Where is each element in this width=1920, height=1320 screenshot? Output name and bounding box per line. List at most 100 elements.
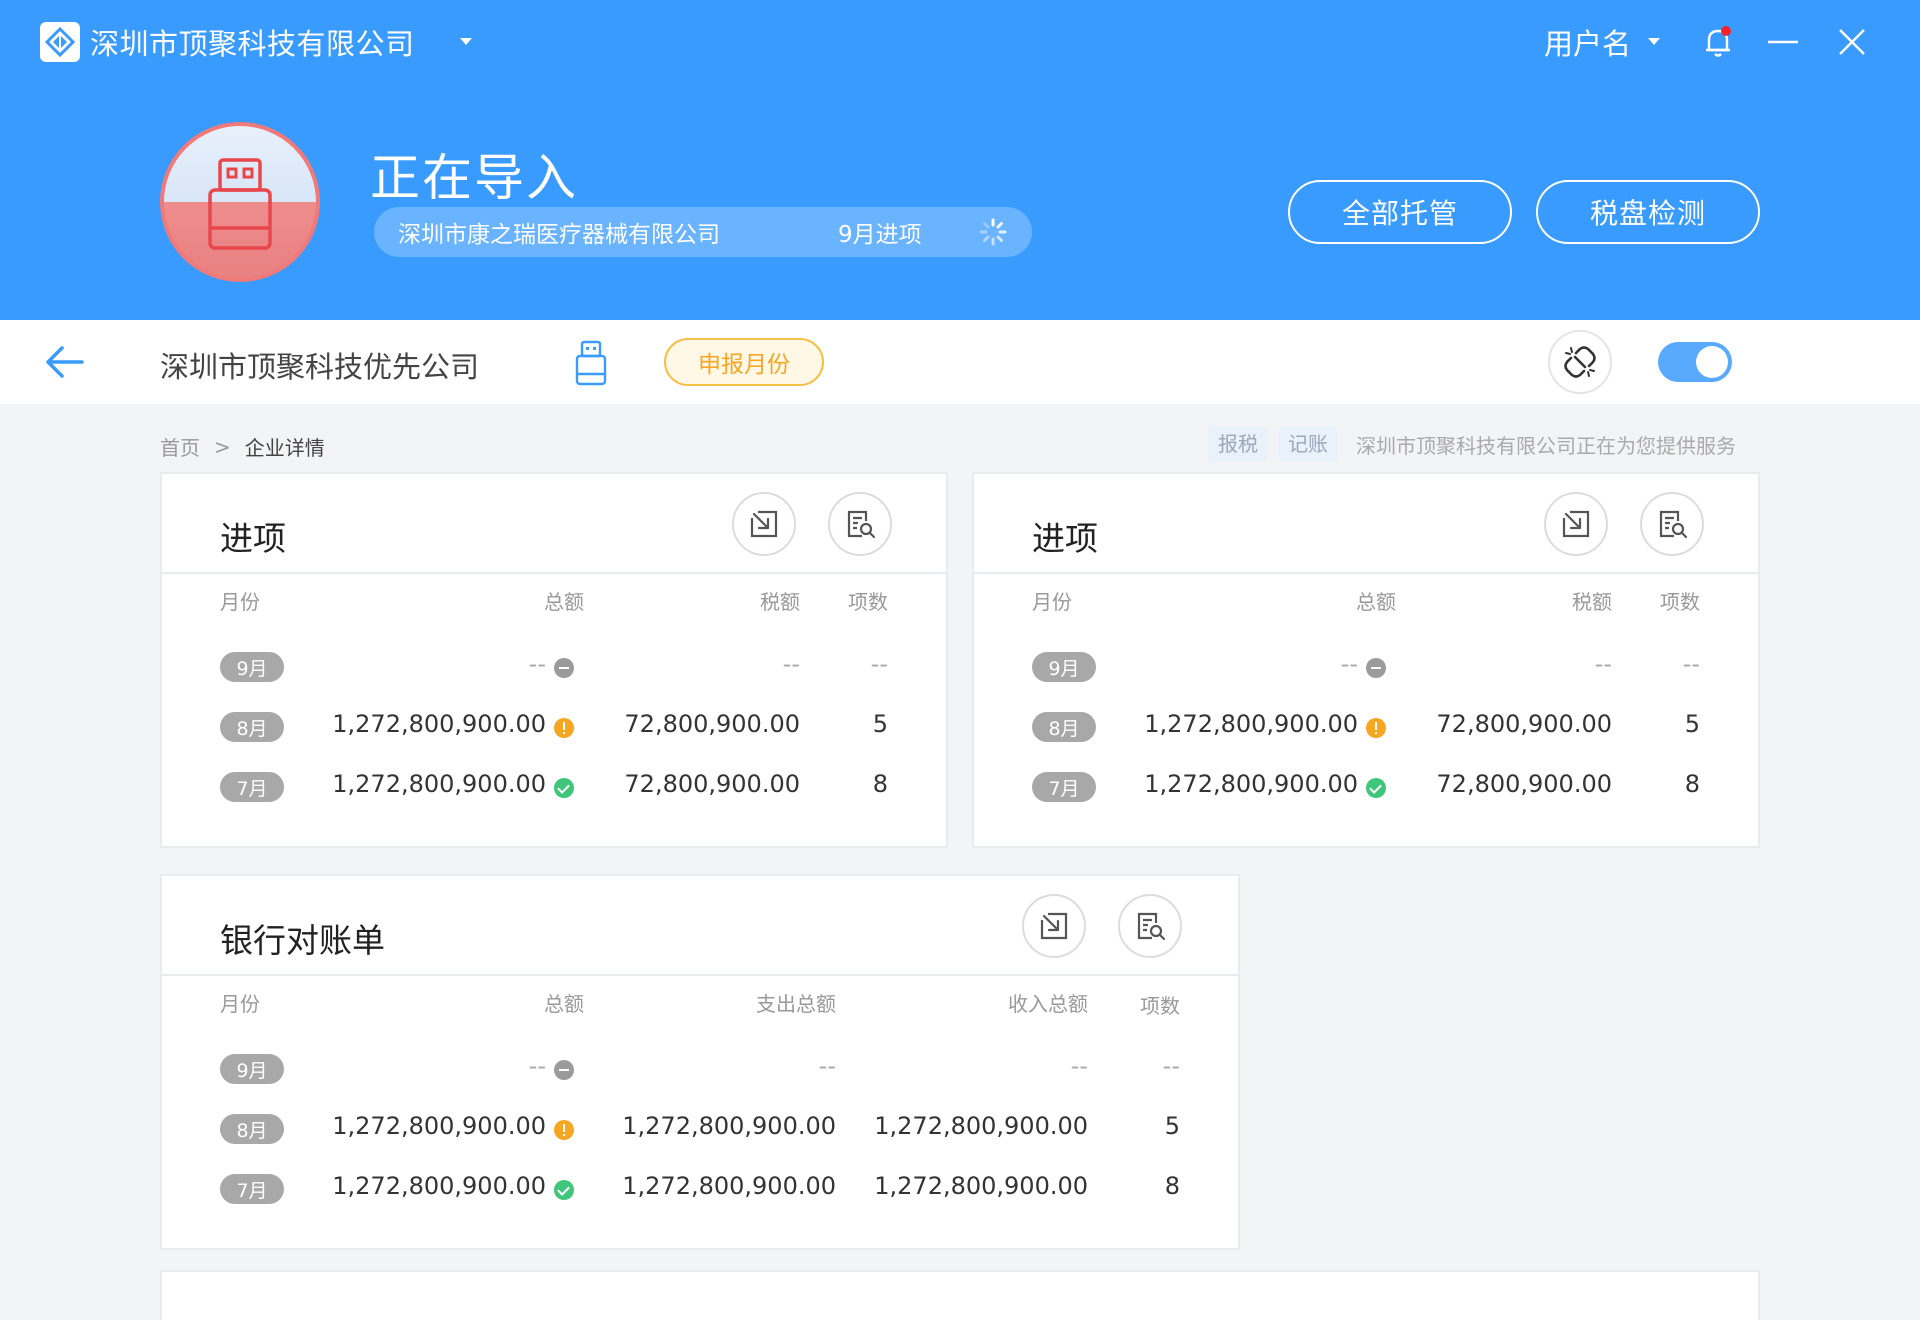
table-row[interactable]: 8月 1,272,800,900.00 72,800,900.00 5: [162, 706, 946, 746]
close-icon[interactable]: [1834, 22, 1870, 62]
table-row[interactable]: 9月 -- -- -- --: [162, 1048, 1238, 1088]
tax-value: 72,800,900.00: [624, 770, 800, 798]
breadcrumb-separator: >: [214, 434, 231, 459]
usb-key-icon[interactable]: [574, 340, 608, 386]
tax-disk-check-button[interactable]: 税盘检测: [1536, 180, 1760, 244]
column-header-total: 总额: [1356, 590, 1396, 614]
column-header-total: 总额: [544, 590, 584, 614]
diamond-logo-icon: [40, 22, 80, 62]
toggle-knob: [1696, 346, 1728, 378]
month-badge: 7月: [220, 1174, 284, 1204]
panel-title: 进项: [220, 519, 286, 558]
chevron-down-icon: [459, 37, 473, 47]
panel-header: 进项: [974, 474, 1758, 574]
tax-value: 72,800,900.00: [1436, 770, 1612, 798]
user-name: 用户名: [1544, 27, 1632, 61]
total-value: 1,272,800,900.00: [1144, 710, 1358, 738]
user-menu[interactable]: 用户名: [1544, 18, 1661, 66]
table-row[interactable]: 9月 -- -- --: [974, 646, 1758, 686]
table-row[interactable]: 7月 1,272,800,900.00 1,272,800,900.00 1,2…: [162, 1168, 1238, 1208]
panel-title: 银行对账单: [220, 921, 385, 960]
column-header-tax: 税额: [760, 590, 800, 614]
total-value: 1,272,800,900.00: [1144, 770, 1358, 798]
column-header-expense: 支出总额: [756, 992, 836, 1016]
status-success-icon: [554, 778, 574, 798]
month-badge: 7月: [1032, 772, 1096, 802]
tax-value: 72,800,900.00: [1436, 710, 1612, 738]
table-row[interactable]: 8月 1,272,800,900.00 1,272,800,900.00 1,2…: [162, 1108, 1238, 1148]
document-search-icon[interactable]: [828, 492, 892, 556]
bank-statement-panel: 银行对账单 月份 总额 支出总额 收入总额 项数 9月 -- -- -- -- …: [160, 874, 1240, 1250]
income-value: 1,272,800,900.00: [874, 1112, 1088, 1140]
count-value: 5: [1164, 1112, 1180, 1140]
status-warning-icon: [554, 1120, 574, 1140]
tax-value: --: [1594, 650, 1612, 678]
table-row[interactable]: 9月 -- -- --: [162, 646, 946, 686]
total-value: --: [528, 1052, 546, 1080]
status-success-icon: [1366, 778, 1386, 798]
service-tag-accounting: 记账: [1278, 426, 1338, 462]
table-row[interactable]: 7月 1,272,800,900.00 72,800,900.00 8: [162, 766, 946, 806]
tax-value: 72,800,900.00: [624, 710, 800, 738]
document-search-icon[interactable]: [1640, 492, 1704, 556]
total-value: --: [528, 650, 546, 678]
breadcrumb-home[interactable]: 首页: [160, 432, 200, 461]
back-arrow-icon[interactable]: [42, 340, 86, 384]
breadcrumb-current: 企业详情: [244, 436, 325, 460]
import-progress-bar: 深圳市康之瑞医疗器械有限公司 9月进项: [374, 207, 1032, 257]
service-toggle[interactable]: [1658, 342, 1732, 382]
tax-value: --: [782, 650, 800, 678]
unlink-icon[interactable]: [1548, 330, 1612, 394]
status-warning-icon: [1366, 718, 1386, 738]
chevron-down-icon: [1647, 37, 1661, 47]
count-value: --: [1682, 650, 1700, 678]
input-invoice-panel: 进项 月份 总额 税额 项数 9月 -- -- -- 8月 1,272,800,…: [160, 472, 948, 848]
company-bar: 深圳市顶聚科技优先公司 申报月份: [0, 320, 1920, 404]
panel-header: 进项: [162, 474, 946, 574]
full-hosting-button[interactable]: 全部托管: [1288, 180, 1512, 244]
total-value: 1,272,800,900.00: [332, 710, 546, 738]
current-company: 深圳市顶聚科技优先公司: [160, 350, 480, 384]
column-header-tax: 税额: [1572, 590, 1612, 614]
month-badge: 8月: [220, 712, 284, 742]
column-header-total: 总额: [544, 992, 584, 1016]
count-value: --: [1162, 1052, 1180, 1080]
count-value: 8: [872, 770, 888, 798]
loading-spinner-icon: [978, 217, 1008, 247]
minimize-icon[interactable]: [1765, 22, 1801, 62]
column-header-month: 月份: [220, 590, 260, 614]
status-warning-icon: [554, 718, 574, 738]
month-badge: 7月: [220, 772, 284, 802]
report-month-tag[interactable]: 申报月份: [664, 338, 824, 386]
expense-value: 1,272,800,900.00: [622, 1172, 836, 1200]
company-switcher[interactable]: 深圳市顶聚科技有限公司: [40, 20, 473, 64]
column-header-month: 月份: [220, 992, 260, 1016]
month-badge: 8月: [1032, 712, 1096, 742]
count-value: 5: [872, 710, 888, 738]
import-icon[interactable]: [1022, 894, 1086, 958]
import-icon[interactable]: [1544, 492, 1608, 556]
service-tag-tax: 报税: [1208, 426, 1268, 462]
import-month: 9月进项: [838, 222, 922, 248]
table-row[interactable]: 8月 1,272,800,900.00 72,800,900.00 5: [974, 706, 1758, 746]
table-row[interactable]: 7月 1,272,800,900.00 72,800,900.00 8: [974, 766, 1758, 806]
panel-header: 银行对账单: [162, 876, 1238, 976]
column-header-month: 月份: [1032, 590, 1072, 614]
status-success-icon: [554, 1180, 574, 1200]
usb-device-avatar: [160, 122, 320, 282]
import-status-title: 正在导入: [370, 149, 578, 207]
expense-value: 1,272,800,900.00: [622, 1112, 836, 1140]
breadcrumb: 首页 > 企业详情: [160, 432, 325, 461]
total-value: 1,272,800,900.00: [332, 1172, 546, 1200]
additional-panel: [160, 1270, 1760, 1320]
import-icon[interactable]: [732, 492, 796, 556]
column-header-count: 项数: [848, 590, 888, 614]
status-pending-icon: [554, 658, 574, 678]
column-header-income: 收入总额: [1008, 992, 1088, 1016]
usb-key-icon: [208, 158, 272, 250]
document-search-icon[interactable]: [1118, 894, 1182, 958]
company-name: 深圳市顶聚科技有限公司: [90, 27, 415, 61]
bell-icon[interactable]: [1698, 22, 1738, 62]
status-pending-icon: [1366, 658, 1386, 678]
service-text: 深圳市顶聚科技有限公司正在为您提供服务: [1356, 433, 1736, 458]
